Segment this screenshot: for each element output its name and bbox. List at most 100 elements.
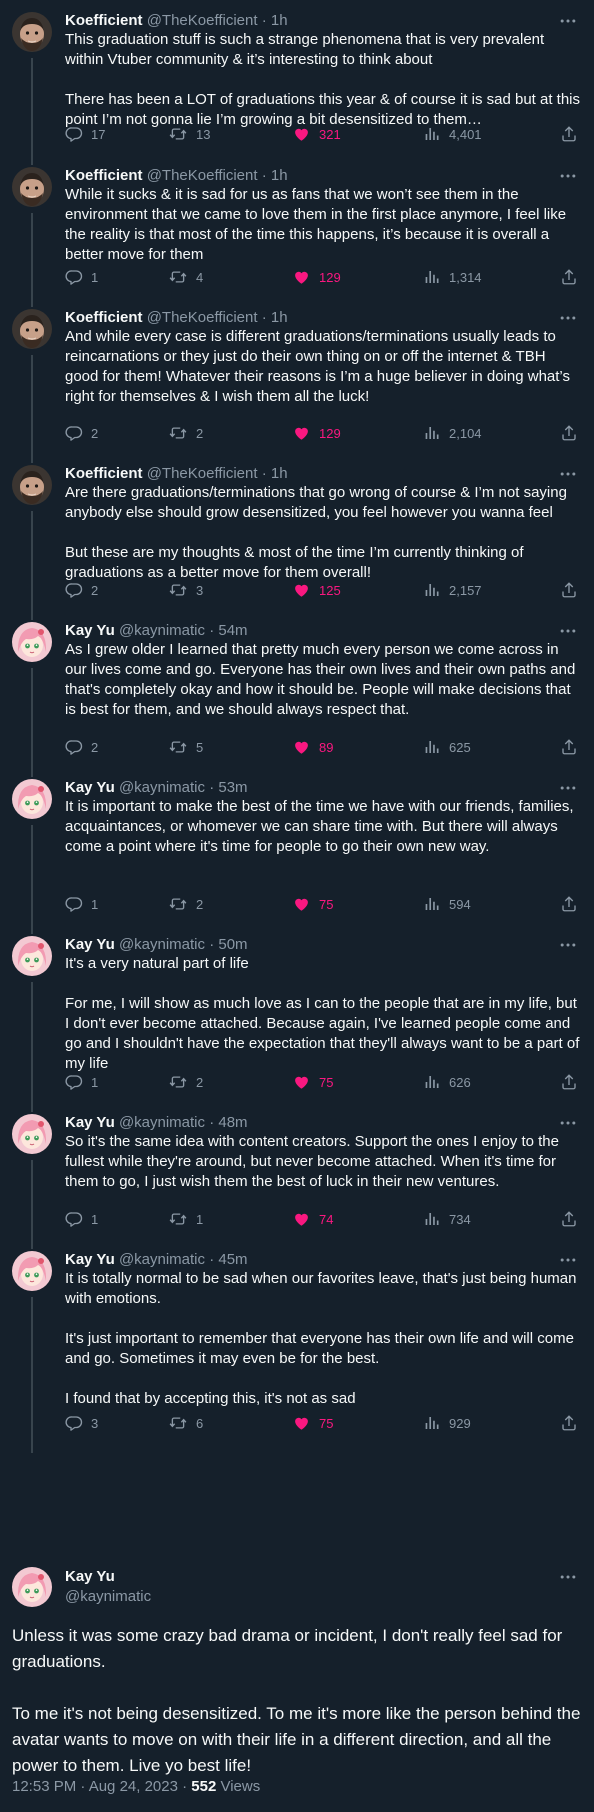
share-button[interactable] [560, 123, 578, 145]
retweet-button[interactable]: 1 [168, 1208, 203, 1230]
more-icon[interactable] [558, 1113, 578, 1133]
author-handle[interactable]: @kaynimatic [119, 936, 205, 953]
like-button[interactable]: 89 [292, 736, 333, 758]
retweet-button[interactable]: 4 [168, 266, 203, 288]
reply-button[interactable]: 1 [65, 266, 98, 288]
retweet-button[interactable]: 5 [168, 736, 203, 758]
more-icon[interactable] [558, 464, 578, 484]
views-button[interactable]: 1,314 [423, 266, 482, 288]
like-button[interactable]: 125 [292, 579, 341, 601]
tweet[interactable]: Kay Yu @kaynimatic · 45m It is totally no… [0, 1239, 594, 1453]
author-name[interactable]: Kay Yu [65, 936, 115, 953]
more-icon[interactable] [558, 166, 578, 186]
avatar[interactable] [12, 12, 52, 52]
more-icon[interactable] [558, 935, 578, 955]
tweet[interactable]: Koefficient @TheKoefficient · 1h And whil… [0, 297, 594, 463]
like-button[interactable]: 129 [292, 266, 341, 288]
views-button[interactable]: 2,104 [423, 422, 482, 444]
author-name[interactable]: Koefficient [65, 309, 143, 326]
author-name[interactable]: Kay Yu [65, 779, 115, 796]
more-icon[interactable] [558, 11, 578, 31]
tweet-time[interactable]: 53m [218, 779, 247, 796]
author-name[interactable]: Kay Yu [65, 1567, 115, 1587]
views-button[interactable]: 626 [423, 1071, 471, 1093]
share-button[interactable] [560, 579, 578, 601]
tweet[interactable]: Koefficient @TheKoefficient · 1h This gra… [0, 0, 594, 165]
tweet[interactable]: Kay Yu @kaynimatic · 53m It is important … [0, 767, 594, 934]
more-icon[interactable] [558, 1250, 578, 1270]
tweet-time[interactable]: 1h [271, 309, 288, 326]
author-handle[interactable]: @TheKoefficient [147, 465, 258, 482]
tweet-time[interactable]: 48m [218, 1114, 247, 1131]
author-name[interactable]: Kay Yu [65, 622, 115, 639]
avatar[interactable] [12, 936, 52, 976]
author-name[interactable]: Kay Yu [65, 1251, 115, 1268]
author-name[interactable]: Koefficient [65, 12, 143, 29]
tweet-time[interactable]: 50m [218, 936, 247, 953]
retweet-button[interactable]: 2 [168, 1071, 203, 1093]
avatar[interactable] [12, 1251, 52, 1291]
share-button[interactable] [560, 1412, 578, 1434]
tweet[interactable]: Koefficient @TheKoefficient · 1h While it… [0, 155, 594, 307]
like-button[interactable]: 321 [292, 123, 341, 145]
author-handle[interactable]: @kaynimatic [119, 779, 205, 796]
share-button[interactable] [560, 266, 578, 288]
avatar[interactable] [12, 167, 52, 207]
author-name[interactable]: Kay Yu [65, 1114, 115, 1131]
retweet-button[interactable]: 2 [168, 893, 203, 915]
views-button[interactable]: 734 [423, 1208, 471, 1230]
views-button[interactable]: 594 [423, 893, 471, 915]
views-button[interactable]: 929 [423, 1412, 471, 1434]
share-button[interactable] [560, 736, 578, 758]
reply-button[interactable]: 3 [65, 1412, 98, 1434]
share-button[interactable] [560, 1071, 578, 1093]
retweet-button[interactable]: 3 [168, 579, 203, 601]
reply-button[interactable]: 1 [65, 893, 98, 915]
author-handle[interactable]: @TheKoefficient [147, 167, 258, 184]
tweet[interactable]: Kay Yu @kaynimatic · 54m As I grew older … [0, 610, 594, 777]
like-button[interactable]: 75 [292, 1412, 333, 1434]
avatar[interactable] [12, 465, 52, 505]
author-handle[interactable]: @kaynimatic [65, 1587, 151, 1607]
share-button[interactable] [560, 1208, 578, 1230]
tweet-time[interactable]: 1h [271, 167, 288, 184]
reply-button[interactable]: 1 [65, 1208, 98, 1230]
retweet-button[interactable]: 13 [168, 123, 210, 145]
reply-button[interactable]: 1 [65, 1071, 98, 1093]
tweet[interactable]: Kay Yu @kaynimatic · 50m It's a very natu… [0, 924, 594, 1112]
retweet-button[interactable]: 2 [168, 422, 203, 444]
tweet[interactable]: Kay Yu @kaynimatic · 48m So it's the same… [0, 1102, 594, 1249]
tweet-time[interactable]: 45m [218, 1251, 247, 1268]
author-handle[interactable]: @kaynimatic [119, 1114, 205, 1131]
like-button[interactable]: 129 [292, 422, 341, 444]
views-button[interactable]: 4,401 [423, 123, 482, 145]
like-button[interactable]: 75 [292, 893, 333, 915]
avatar[interactable] [12, 622, 52, 662]
author-name[interactable]: Koefficient [65, 465, 143, 482]
author-name[interactable]: Koefficient [65, 167, 143, 184]
share-button[interactable] [560, 893, 578, 915]
tweet-time[interactable]: 54m [218, 622, 247, 639]
tweet[interactable]: Koefficient @TheKoefficient · 1h Are ther… [0, 453, 594, 620]
author-handle[interactable]: @kaynimatic [119, 622, 205, 639]
avatar[interactable] [12, 1114, 52, 1154]
share-button[interactable] [560, 422, 578, 444]
tweet-time[interactable]: 1h [271, 465, 288, 482]
author-handle[interactable]: @TheKoefficient [147, 309, 258, 326]
like-button[interactable]: 75 [292, 1071, 333, 1093]
more-icon[interactable] [558, 1567, 578, 1587]
reply-button[interactable]: 2 [65, 579, 98, 601]
tweet-time[interactable]: 1h [271, 12, 288, 29]
author-handle[interactable]: @TheKoefficient [147, 12, 258, 29]
views-button[interactable]: 2,157 [423, 579, 482, 601]
retweet-button[interactable]: 6 [168, 1412, 203, 1434]
reply-button[interactable]: 17 [65, 123, 105, 145]
author-handle[interactable]: @kaynimatic [119, 1251, 205, 1268]
tweet-timestamp[interactable]: 12:53 PM · Aug 24, 2023 · [12, 1778, 191, 1795]
avatar[interactable] [12, 779, 52, 819]
reply-button[interactable]: 2 [65, 736, 98, 758]
views-button[interactable]: 625 [423, 736, 471, 758]
avatar[interactable] [12, 1567, 52, 1607]
avatar[interactable] [12, 309, 52, 349]
like-button[interactable]: 74 [292, 1208, 333, 1230]
